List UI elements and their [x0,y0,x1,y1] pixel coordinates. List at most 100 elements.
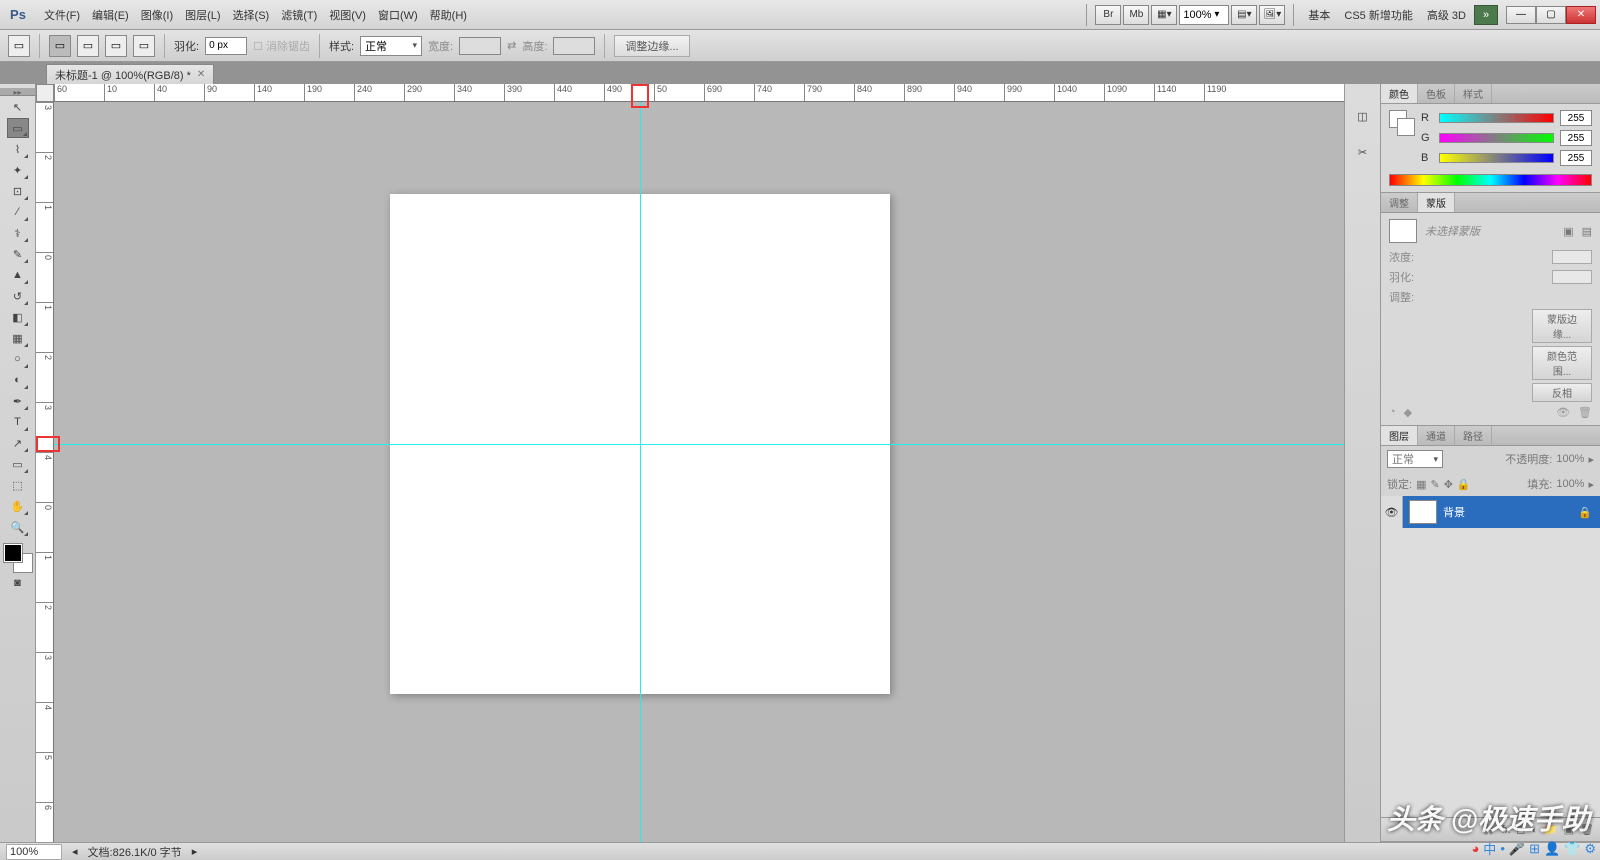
menu-select[interactable]: 选择(S) [227,3,276,27]
minibridge-button[interactable]: Mb [1123,5,1149,25]
workspace-more[interactable]: » [1474,5,1498,25]
dodge-tool[interactable]: ◐ [7,370,29,390]
foreground-color[interactable] [4,544,22,562]
menu-filter[interactable]: 滤镜(T) [275,3,323,27]
color-range-button[interactable]: 颜色范围... [1532,346,1592,380]
history-brush-tool[interactable]: ↺ [7,286,29,306]
vector-mask-icon[interactable]: ▤ [1582,225,1592,238]
style-dropdown[interactable]: 正常 [360,36,422,56]
menu-file[interactable]: 文件(F) [38,3,86,27]
lock-position-icon[interactable]: ✎ [1430,478,1439,491]
mask-delete-icon[interactable]: 🗑 [1578,406,1592,419]
selection-new[interactable]: ▭ [49,35,71,57]
canvas-area[interactable]: 60104090 140190240290 340390440490 50690… [36,84,1344,842]
mask-apply-icon[interactable]: ◆ [1404,406,1412,419]
feather-input[interactable] [205,37,247,55]
eyedropper-tool[interactable]: ∕ [7,202,29,222]
layer-list[interactable]: 👁 背景 🔒 [1381,496,1600,817]
toolbox-grip[interactable]: ▸▸ [0,88,35,96]
tool-preset[interactable]: ▭ [8,35,30,57]
tab-swatches[interactable]: 色板 [1418,84,1455,103]
hand-tool[interactable]: ✋ [7,496,29,516]
selection-add[interactable]: ▭ [77,35,99,57]
panel-bg-swatch[interactable] [1397,118,1415,136]
mask-eye-icon[interactable]: 👁 [1556,406,1570,419]
fill-value[interactable]: 100% [1556,478,1584,490]
shape-tool[interactable]: ▭ [7,454,29,474]
ruler-origin[interactable] [36,84,54,102]
window-maximize[interactable]: ▢ [1536,6,1566,24]
spectrum-bar[interactable] [1389,174,1592,186]
tab-styles[interactable]: 样式 [1455,84,1492,103]
status-doc-info[interactable]: 文档:826.1K/0 字节 [88,844,182,860]
lock-move-icon[interactable]: ✥ [1444,478,1453,491]
refine-edge-button[interactable]: 调整边缘... [614,35,689,57]
eraser-tool[interactable]: ◧ [7,307,29,327]
tab-layers[interactable]: 图层 [1381,426,1418,445]
3d-tool[interactable]: ⬚ [7,475,29,495]
invert-button[interactable]: 反相 [1532,383,1592,402]
zoom-tool[interactable]: 🔍 [7,517,29,537]
arrange-button[interactable]: ▤▾ [1231,5,1257,25]
selection-subtract[interactable]: ▭ [105,35,127,57]
ruler-horizontal[interactable]: 60104090 140190240290 340390440490 50690… [54,84,1344,102]
workspace-cs5new[interactable]: CS5 新增功能 [1338,4,1418,26]
menu-help[interactable]: 帮助(H) [424,3,473,27]
green-slider[interactable] [1439,133,1554,143]
selection-intersect[interactable]: ▭ [133,35,155,57]
lasso-tool[interactable]: ⌇ [7,139,29,159]
menu-edit[interactable]: 编辑(E) [86,3,135,27]
green-value[interactable] [1560,130,1592,146]
brush-tool[interactable]: ✎ [7,244,29,264]
history-panel-icon[interactable]: ◫ [1351,104,1375,128]
tab-close[interactable]: ✕ [197,69,205,80]
move-tool[interactable]: ↖ [7,97,29,117]
quick-select-tool[interactable]: ✦ [7,160,29,180]
pen-tool[interactable]: ✒ [7,391,29,411]
type-tool[interactable]: T [7,412,29,432]
ruler-vertical[interactable]: 3210 1234 0123 456 [36,102,54,842]
lock-all-icon[interactable]: 🔒 [1457,478,1471,491]
bridge-button[interactable]: Br [1095,5,1121,25]
crop-tool[interactable]: ⊡ [7,181,29,201]
window-minimize[interactable]: — [1506,6,1536,24]
tab-channels[interactable]: 通道 [1418,426,1455,445]
workspace-basic[interactable]: 基本 [1302,4,1336,26]
layer-row[interactable]: 👁 背景 🔒 [1381,496,1600,528]
pixel-mask-icon[interactable]: ▣ [1563,225,1573,238]
healing-tool[interactable]: ⚕ [7,223,29,243]
menu-view[interactable]: 视图(V) [323,3,372,27]
opacity-value[interactable]: 100% [1556,453,1584,465]
blue-slider[interactable] [1439,153,1554,163]
tab-paths[interactable]: 路径 [1455,426,1492,445]
mask-edge-button[interactable]: 蒙版边缘... [1532,309,1592,343]
status-zoom[interactable]: 100% [6,844,62,860]
blue-value[interactable] [1560,150,1592,166]
tab-masks[interactable]: 蒙版 [1418,193,1455,212]
document-tab[interactable]: 未标题-1 @ 100%(RGB/8) * ✕ [46,64,214,84]
gradient-tool[interactable]: ▦ [7,328,29,348]
layer-visibility-icon[interactable]: 👁 [1381,496,1403,528]
quickmask-toggle[interactable]: ◙ [7,573,29,593]
red-slider[interactable] [1439,113,1554,123]
status-menu-icon[interactable]: ▸ [192,845,198,858]
stamp-tool[interactable]: ▲ [7,265,29,285]
lock-pixels-icon[interactable]: ▦ [1416,478,1426,491]
path-select-tool[interactable]: ↗ [7,433,29,453]
layer-thumbnail[interactable] [1409,500,1437,524]
blend-mode-dropdown[interactable]: 正常 [1387,450,1443,468]
screen-mode-button[interactable]: ▦▾ [1151,5,1177,25]
tab-adjustments[interactable]: 调整 [1381,193,1418,212]
menu-image[interactable]: 图像(I) [135,3,179,27]
marquee-tool[interactable]: ▭ [7,118,29,138]
tools-panel-icon[interactable]: ✂ [1351,140,1375,164]
guide-horizontal[interactable] [54,444,1344,445]
zoom-dropdown[interactable]: 100% ▾ [1179,5,1229,25]
window-close[interactable]: ✕ [1566,6,1596,24]
scroll-left-icon[interactable]: ◂ [72,845,78,858]
guide-vertical[interactable] [640,102,641,842]
blur-tool[interactable]: ○ [7,349,29,369]
menu-window[interactable]: 窗口(W) [372,3,424,27]
extras-button[interactable]: 🖼▾ [1259,5,1285,25]
color-swatches[interactable] [4,544,32,572]
